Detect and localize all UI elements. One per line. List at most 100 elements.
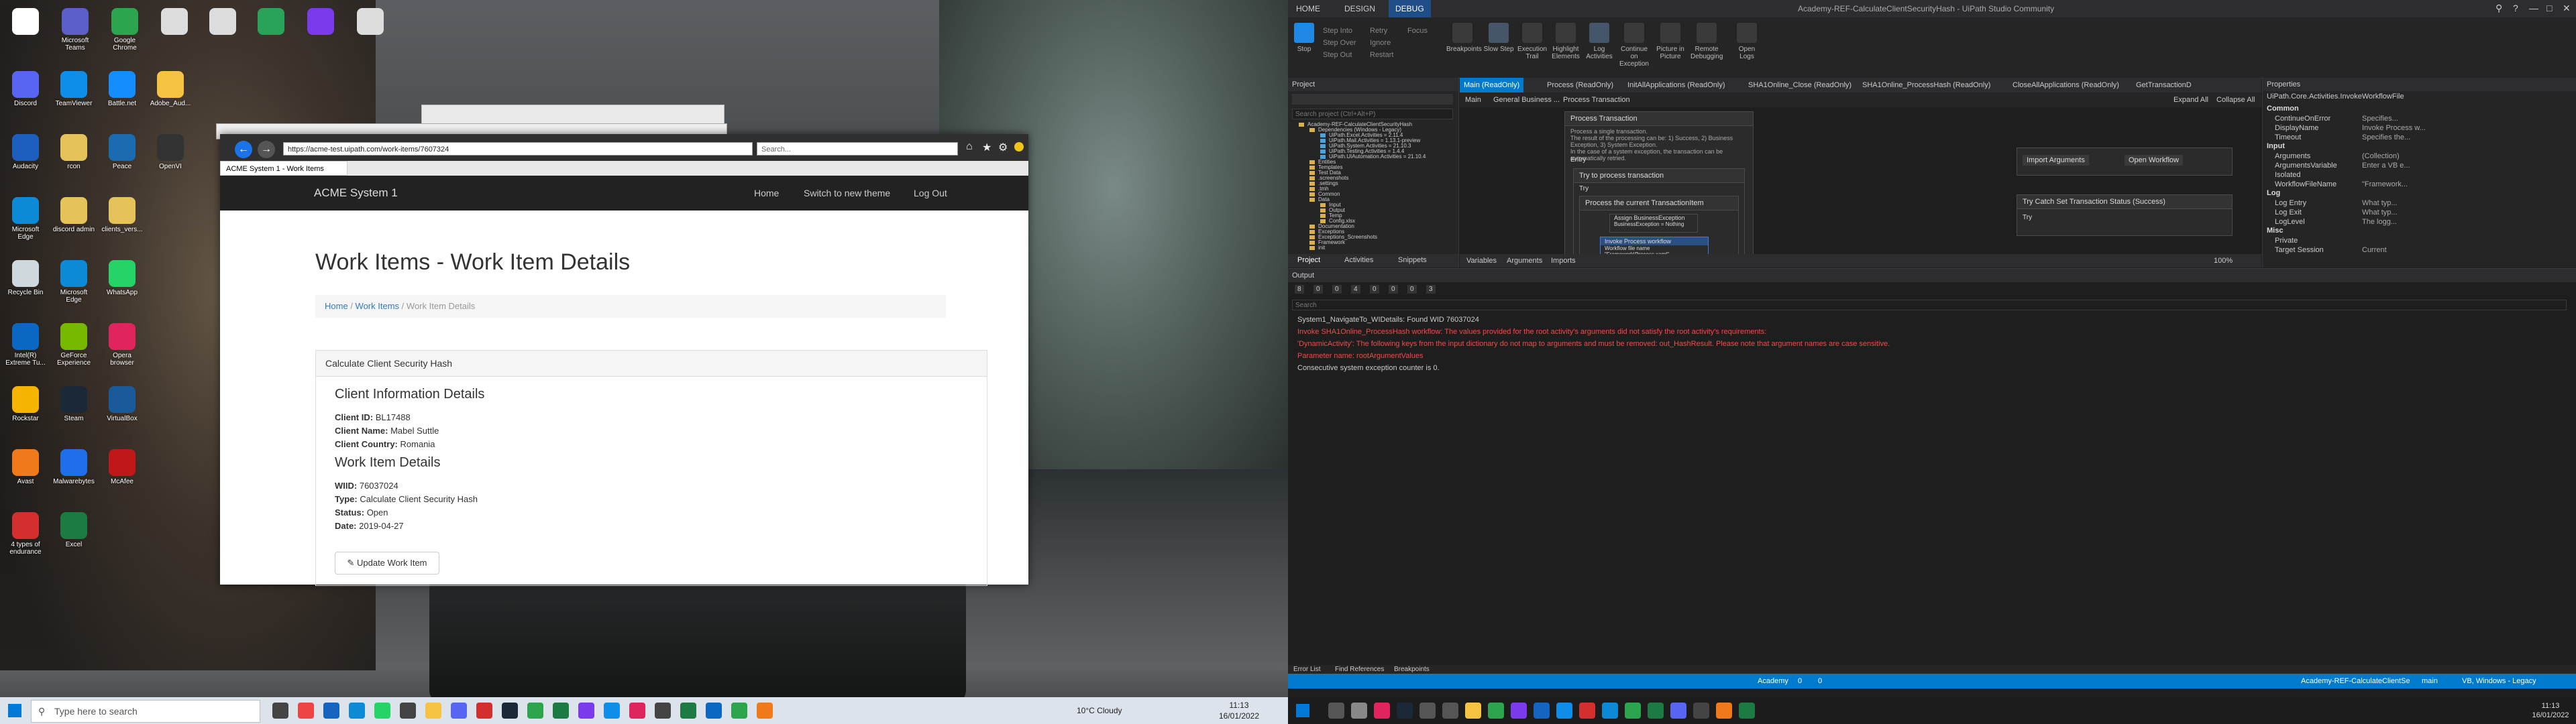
error-count[interactable]: 0 (1798, 674, 1802, 688)
desktop-icon[interactable]: discord admin (52, 196, 95, 245)
taskbar-app-icon[interactable] (272, 703, 288, 719)
project-status[interactable]: Academy-REF-CalculateClientSe (2301, 674, 2410, 688)
menu-design[interactable]: DESIGN (1344, 0, 1375, 17)
doc-tab-get-transaction[interactable]: GetTransactionD (2132, 78, 2196, 93)
desktop-icon[interactable] (153, 7, 196, 56)
output-filter-toggle[interactable]: 3 (1426, 285, 1436, 294)
weather-widget[interactable]: 10°C Cloudy (1077, 697, 1122, 724)
tab-snippets[interactable]: Snippets (1398, 256, 1427, 264)
property-value[interactable]: Enter a VB e... (2362, 161, 2410, 170)
assign-activity[interactable]: Assign BusinessException BusinessExcepti… (1609, 214, 1698, 233)
desktop-icon[interactable] (250, 7, 292, 56)
warning-count[interactable]: 0 (1818, 674, 1822, 688)
taskbar-app-icon[interactable] (680, 703, 696, 719)
property-value[interactable]: Specifies... (2362, 114, 2398, 123)
minimize-icon[interactable]: — (2529, 3, 2538, 13)
picture-in-picture-button[interactable]: Picture in Picture (1654, 23, 1686, 60)
property-value[interactable]: Specifies the... (2362, 133, 2410, 142)
project-search-input[interactable]: Search project (Ctrl+Alt+P) (1292, 109, 1453, 119)
taskbar-app-icon[interactable] (1648, 703, 1664, 719)
taskbar-app-icon[interactable] (349, 703, 365, 719)
taskbar-app-icon[interactable] (553, 703, 569, 719)
taskbar-app-icon[interactable] (731, 703, 747, 719)
desktop-icon[interactable]: rcon (52, 133, 95, 182)
taskbar-app-icon[interactable] (476, 703, 492, 719)
desktop-icon[interactable]: Recycle Bin (4, 259, 47, 308)
crumb-process-transaction[interactable]: Process Transaction (1563, 93, 1630, 107)
open-workflow-button[interactable]: Open Workflow (2125, 155, 2183, 166)
process-transaction-activity[interactable]: Process Transaction Process a single tra… (1564, 111, 1754, 267)
doc-tab-init-all-apps[interactable]: InitAllApplications (ReadOnly) (1623, 78, 1729, 93)
taskbar-app-icon[interactable] (757, 703, 773, 719)
project-tree-item[interactable]: Framework (1309, 240, 1345, 245)
taskbar-app-icon[interactable] (1397, 703, 1413, 719)
output-filter-toggle[interactable]: 0 (1407, 285, 1417, 294)
desktop-icon[interactable]: Malwarebytes (52, 448, 95, 497)
language-status[interactable]: VB, Windows - Legacy (2462, 674, 2536, 688)
taskbar-app-icon[interactable] (1442, 703, 1458, 719)
taskbar-search-input[interactable]: ⚲ Type here to search (31, 700, 260, 723)
taskbar-app-icon[interactable] (1739, 703, 1755, 719)
variables-tab[interactable]: Variables (1466, 254, 1497, 267)
taskbar-clock[interactable]: 11:13 16/01/2022 (2529, 701, 2572, 720)
property-value[interactable]: "Framework... (2362, 180, 2408, 189)
nav-home-link[interactable]: Home (754, 176, 779, 210)
windows-start-icon[interactable] (8, 704, 21, 717)
desktop-icon[interactable] (349, 7, 392, 56)
favorites-star-icon[interactable]: ★ (982, 141, 991, 154)
property-value[interactable]: Current (2362, 245, 2387, 255)
property-category[interactable]: Input (2267, 142, 2285, 150)
doc-tab-close-all-apps[interactable]: CloseAllApplications (ReadOnly) (2008, 78, 2123, 93)
breakpoints-button[interactable]: Breakpoints (1446, 23, 1482, 53)
crumb-main[interactable]: Main (1465, 93, 1481, 107)
taskbar-app-icon[interactable] (655, 703, 671, 719)
crumb-general-business[interactable]: General Business ... (1493, 93, 1560, 107)
desktop-icon[interactable] (4, 7, 47, 56)
taskbar-app-icon[interactable] (527, 703, 543, 719)
desktop-icon[interactable]: WhatsApp (101, 259, 144, 308)
taskbar-app-icon[interactable] (1511, 703, 1527, 719)
desktop-icon[interactable]: Avast (4, 448, 47, 497)
property-value[interactable]: Invoke Process w... (2362, 123, 2426, 133)
project-tree-item[interactable]: Data (1309, 197, 1330, 202)
output-filter-toggle[interactable]: 4 (1351, 285, 1360, 294)
imports-tab[interactable]: Imports (1551, 254, 1576, 267)
breadcrumb-work-items[interactable]: Work Items (356, 301, 400, 311)
branch-status[interactable]: main (2422, 674, 2438, 688)
taskbar-app-icon[interactable] (1328, 703, 1344, 719)
help-icon[interactable]: ? (2513, 3, 2518, 13)
taskbar-app-icon[interactable] (1716, 703, 1732, 719)
highlight-elements-button[interactable]: Highlight Elements (1550, 23, 1582, 60)
desktop-icon[interactable]: Battle.net (101, 70, 144, 119)
restart-button[interactable]: Restart (1370, 51, 1393, 59)
retry-button[interactable]: Retry (1370, 27, 1387, 35)
menu-home[interactable]: HOME (1296, 0, 1320, 17)
slow-step-button[interactable]: Slow Step (1483, 23, 1515, 53)
execution-trail-button[interactable]: Execution Trail (1516, 23, 1548, 60)
open-logs-button[interactable]: Open Logs (1731, 23, 1763, 60)
maximize-icon[interactable]: □ (2546, 3, 2552, 13)
desktop-icon[interactable]: TeamViewer (52, 70, 95, 119)
taskbar-app-icon[interactable] (629, 703, 645, 719)
property-value[interactable]: What typ... (2362, 208, 2398, 217)
nav-switch-theme-link[interactable]: Switch to new theme (804, 176, 890, 210)
taskbar-app-icon[interactable] (1419, 703, 1436, 719)
desktop-icon[interactable]: Excel (52, 511, 95, 560)
collapse-all-link[interactable]: Collapse All (2216, 93, 2255, 107)
smiley-icon[interactable] (1014, 142, 1024, 152)
taskbar-app-icon[interactable] (374, 703, 390, 719)
home-icon[interactable]: ⌂ (966, 141, 973, 153)
output-search-input[interactable]: Search (1292, 300, 2567, 310)
property-value[interactable]: (Collection) (2362, 152, 2400, 161)
taskbar-app-icon[interactable] (1556, 703, 1572, 719)
property-category[interactable]: Log (2267, 189, 2280, 197)
close-icon[interactable]: ✕ (2563, 3, 2571, 14)
menu-debug[interactable]: DEBUG (1389, 0, 1431, 17)
taskbar-clock[interactable]: 11:13 16/01/2022 (1216, 700, 1263, 724)
browser-search-input[interactable]: Search... (757, 142, 958, 156)
desktop-icon[interactable]: Rockstar (4, 385, 47, 434)
output-filter-toggle[interactable]: 8 (1295, 285, 1304, 294)
breadcrumb-home[interactable]: Home (325, 301, 348, 311)
remote-debugging-button[interactable]: Remote Debugging (1690, 23, 1723, 60)
taskbar-app-icon[interactable] (1351, 703, 1367, 719)
